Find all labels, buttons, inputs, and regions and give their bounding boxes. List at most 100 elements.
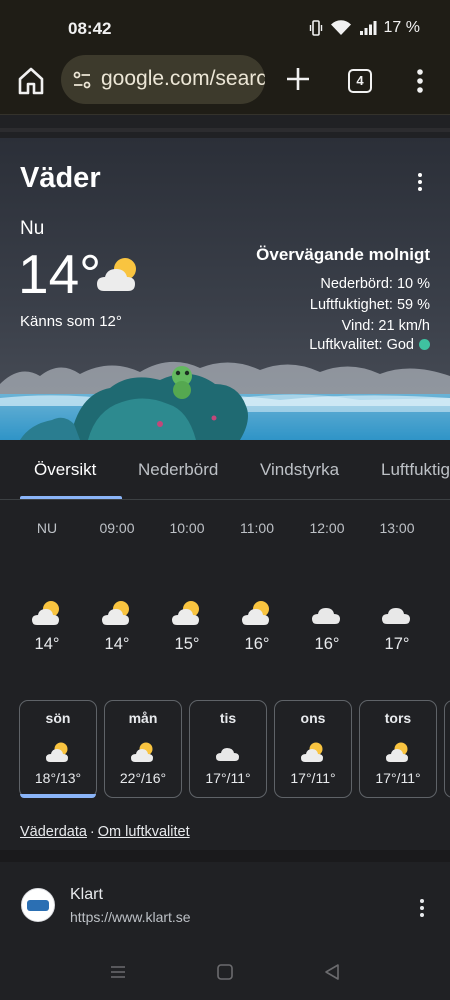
- hour-time: 13:00: [379, 520, 415, 536]
- site-url[interactable]: https://www.klart.se: [70, 909, 191, 925]
- browser-toolbar: google.com/search 4: [0, 50, 450, 114]
- active-tab-indicator: [20, 496, 122, 499]
- air-quality-dot: [419, 339, 430, 350]
- vibrate-icon: [309, 20, 322, 36]
- day-name: tors: [384, 710, 412, 726]
- day-name: sön: [45, 710, 71, 726]
- system-nav-bar: [0, 942, 450, 1000]
- partly-cloudy-icon: [46, 742, 68, 762]
- humidity-text: Luftfuktighet: 59 %: [309, 297, 430, 313]
- more-vert-icon[interactable]: [407, 66, 433, 96]
- result-more-icon[interactable]: [414, 898, 430, 918]
- divider: [0, 128, 450, 132]
- hour-time: 12:00: [309, 520, 345, 536]
- day-temperatures: 17°/11°: [375, 770, 421, 786]
- klart-logo-icon: [27, 900, 49, 911]
- weather-hero: Väder Nu 14° Känns som 12° Övervägande m…: [0, 138, 450, 440]
- section-gap: [0, 850, 450, 862]
- hour-item: 10:00 15°: [159, 518, 215, 654]
- day-name: tis: [219, 710, 237, 726]
- weather-links: Väderdata · Om luftkvalitet: [20, 824, 190, 840]
- cloudy-icon: [216, 748, 239, 761]
- day-card[interactable]: tors 17°/11°: [359, 700, 437, 798]
- day-temperatures: 22°/16°: [119, 770, 167, 786]
- tab-wind[interactable]: Vindstyrka: [260, 460, 339, 480]
- partly-cloudy-icon: [172, 601, 199, 625]
- day-name: mån: [128, 710, 158, 726]
- air-quality-link[interactable]: Om luftkvalitet: [98, 824, 190, 840]
- hour-time: 09:00: [99, 520, 135, 536]
- daily-forecast: sön 18°/13° mån 22°/16° tis 17°/11° ons …: [0, 700, 450, 800]
- precipitation-text: Nederbörd: 10 %: [320, 276, 430, 292]
- new-tab-icon[interactable]: [284, 65, 312, 93]
- signal-icon: [359, 21, 377, 35]
- url-text[interactable]: google.com/search: [101, 67, 265, 91]
- day-temperatures: 17°/11°: [205, 770, 251, 786]
- hour-item: 12:00 16°: [299, 518, 355, 654]
- partly-cloudy-icon: [301, 742, 323, 762]
- hour-temperature: 15°: [174, 635, 200, 653]
- hour-temperature: 16°: [314, 635, 340, 653]
- search-result[interactable]: Klart https://www.klart.se: [0, 862, 450, 942]
- tab-precipitation[interactable]: Nederbörd: [138, 460, 218, 480]
- day-card[interactable]: mån 22°/16°: [104, 700, 182, 798]
- url-bar[interactable]: google.com/search: [61, 55, 265, 104]
- battery-percent: 17 %: [383, 19, 420, 36]
- day-card[interactable]: tis 17°/11°: [189, 700, 267, 798]
- site-favicon: [21, 888, 55, 922]
- weather-illustration: [0, 361, 450, 440]
- weather-title: Väder: [20, 162, 101, 194]
- tab-overview[interactable]: Översikt: [34, 460, 96, 480]
- hour-temperature: 14°: [104, 635, 130, 653]
- wifi-icon: [330, 20, 351, 35]
- day-card[interactable]: ons 17°/11°: [274, 700, 352, 798]
- back-icon[interactable]: [322, 962, 342, 982]
- hour-item: NU 14°: [19, 518, 75, 654]
- hour-time: NU: [36, 520, 58, 536]
- tab-switcher-button[interactable]: 4: [348, 69, 372, 93]
- partly-cloudy-icon: [386, 742, 408, 762]
- link-separator: ·: [89, 824, 95, 840]
- status-time: 08:42: [68, 19, 112, 38]
- current-temperature: 14°: [18, 243, 102, 305]
- hour-item: 09:00 14°: [89, 518, 145, 654]
- site-settings-icon[interactable]: [72, 70, 92, 90]
- partly-cloudy-icon: [131, 742, 153, 762]
- hour-time: 11:00: [240, 520, 274, 536]
- weather-data-link[interactable]: Väderdata: [20, 824, 87, 840]
- content-top-strip: [0, 114, 450, 138]
- partly-cloudy-icon: [242, 601, 269, 625]
- home-icon[interactable]: [14, 64, 48, 98]
- hour-temperature: 14°: [34, 635, 60, 653]
- hour-time: 10:00: [169, 520, 205, 536]
- air-quality-text: Luftkvalitet: God: [309, 337, 414, 353]
- status-icons: 17 %: [309, 19, 420, 37]
- cloudy-icon: [312, 608, 340, 624]
- weather-card: Väder Nu 14° Känns som 12° Övervägande m…: [0, 138, 450, 860]
- hour-temperature: 17°: [384, 635, 410, 653]
- hour-temperature: 16°: [244, 635, 270, 653]
- air-quality-row: Luftkvalitet: God: [309, 337, 430, 353]
- partly-cloudy-icon: [97, 258, 136, 291]
- wind-text: Vind: 21 km/h: [341, 318, 430, 334]
- day-name: ons: [300, 710, 326, 726]
- feels-like: Känns som 12°: [20, 313, 122, 330]
- home-nav-icon[interactable]: [215, 962, 235, 982]
- partly-cloudy-icon: [102, 601, 129, 625]
- hour-item: 11:00 16°: [229, 518, 285, 654]
- day-temperatures: 18°/13°: [34, 770, 82, 786]
- selected-day-indicator: [20, 794, 96, 798]
- recent-apps-icon[interactable]: [108, 962, 128, 982]
- site-name[interactable]: Klart: [70, 886, 103, 904]
- hourly-forecast: NU 14° 09:00 14° 10:00 15° 11:00 16° 12:…: [0, 518, 450, 678]
- day-card[interactable]: sön 18°/13°: [19, 700, 97, 798]
- condition-text: Övervägande molnigt: [256, 245, 430, 264]
- now-label: Nu: [20, 218, 45, 239]
- hour-item: 13:00 17°: [369, 518, 425, 654]
- weather-tabs: Översikt Nederbörd Vindstyrka Luftfuktig…: [0, 440, 450, 500]
- day-card-partial[interactable]: [444, 700, 450, 798]
- weather-more-icon[interactable]: [412, 172, 428, 192]
- tab-humidity[interactable]: Luftfuktighet: [381, 460, 450, 480]
- cloudy-icon: [382, 608, 410, 624]
- partly-cloudy-icon: [32, 601, 59, 625]
